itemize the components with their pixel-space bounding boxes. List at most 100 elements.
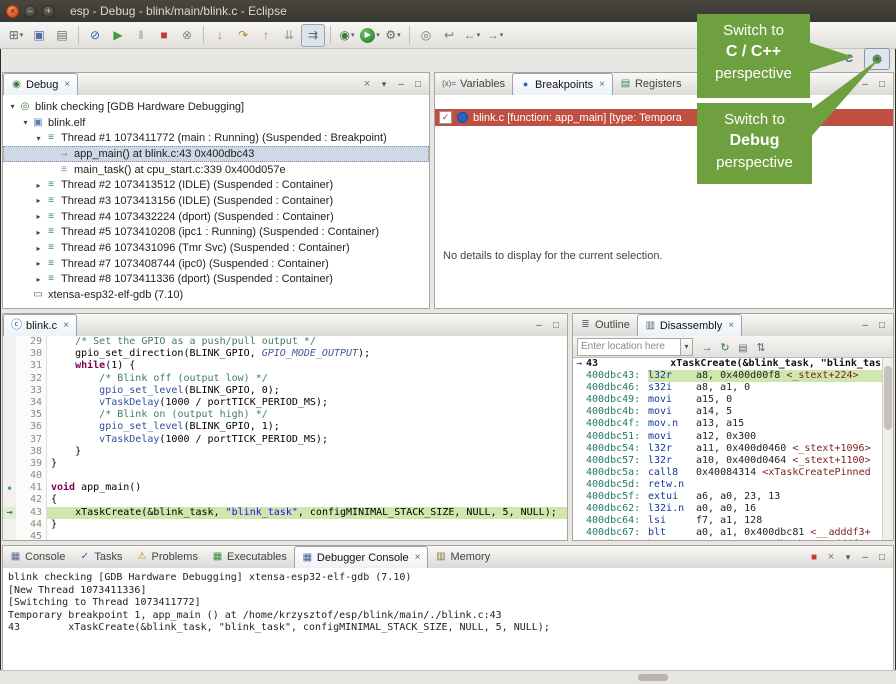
editor-line[interactable]: 29 /* Set the GPIO as a push/pull output… <box>3 336 567 348</box>
debug-button[interactable]: ◉▾ <box>336 25 358 46</box>
maximize-button[interactable]: □ <box>411 78 425 90</box>
minimize-button[interactable]: – <box>532 319 546 331</box>
editor-line[interactable]: 45 <box>3 531 567 540</box>
disassembly-row[interactable]: 400dbc51:movia12, 0x300 <box>573 431 893 443</box>
twisty-icon[interactable]: ▾ <box>20 118 31 127</box>
remove-terminated-button[interactable]: × <box>360 78 374 90</box>
debug-tree-item[interactable]: ▸≡Thread #8 1073411336 (dport) (Suspende… <box>3 272 429 288</box>
tab-memory[interactable]: ▥Memory <box>428 546 497 568</box>
debug-tree-item[interactable]: ▸≡Thread #2 1073413512 (IDLE) (Suspended… <box>3 177 429 193</box>
location-dropdown-icon[interactable]: ▾ <box>681 338 693 356</box>
tab-disassembly[interactable]: ▥Disassembly× <box>637 314 742 337</box>
editor-line[interactable]: →43 xTaskCreate(&blink_task, "blink_task… <box>3 507 567 519</box>
twisty-icon[interactable]: ▸ <box>33 244 44 253</box>
cpp-perspective-button[interactable]: C <box>837 49 861 69</box>
twisty-icon[interactable]: ▸ <box>33 196 44 205</box>
view-menu-button[interactable]: ▾ <box>841 551 855 563</box>
disassembly-row[interactable]: 400dbc4f:mov.na13, a15 <box>573 418 893 430</box>
jump-pc-button[interactable]: → <box>700 338 714 356</box>
tab-close-icon[interactable]: × <box>728 320 734 331</box>
tab-close-icon[interactable]: × <box>63 320 69 331</box>
tab-debugger-console[interactable]: ▦Debugger Console× <box>294 546 429 569</box>
maximize-button[interactable]: □ <box>875 319 889 331</box>
tab-close-icon[interactable]: × <box>599 79 605 90</box>
step-into-button[interactable]: ↓ <box>209 25 231 46</box>
twisty-icon[interactable]: ▾ <box>33 134 44 143</box>
editor-line[interactable]: 35 /* Blink on (output high) */ <box>3 409 567 421</box>
sync-button[interactable]: ⇅ <box>754 338 768 356</box>
maximize-button[interactable]: □ <box>549 319 563 331</box>
terminate-button[interactable]: ■ <box>153 25 175 46</box>
twisty-icon[interactable]: ▸ <box>33 228 44 237</box>
editor-line[interactable]: 30 gpio_set_direction(BLINK_GPIO, GPIO_M… <box>3 348 567 360</box>
view-menu-button[interactable]: ▾ <box>377 78 391 90</box>
tab-outline[interactable]: ≣Outline <box>573 314 637 336</box>
instruction-stepping-button[interactable]: ⇉ <box>301 24 325 47</box>
tab-executables[interactable]: ▦Executables <box>205 546 294 568</box>
tab-console[interactable]: ▦Console <box>3 546 72 568</box>
window-minimize-button[interactable]: – <box>24 5 37 18</box>
search-button[interactable]: ◎ <box>415 25 437 46</box>
disassembly-row[interactable]: 400dbc5f:extuia6, a0, 23, 13 <box>573 491 893 503</box>
disassembly-row[interactable]: 400dbc43:l32ra8, 0x400d00f8 <_stext+224> <box>573 370 893 382</box>
disassembly-row[interactable]: 400dbc49:movia15, 0 <box>573 394 893 406</box>
tab-problems[interactable]: ⚠Problems <box>129 546 204 568</box>
disassembly-row[interactable]: 400dbc67:blta0, a1, 0x400dbc81 <__adddf3… <box>573 527 893 539</box>
debug-tree-item[interactable]: ▸≡Thread #6 1073431096 (Tmr Svc) (Suspen… <box>3 240 429 256</box>
disassembly-row[interactable]: 400dbc5d:retw.n <box>573 479 893 491</box>
debug-tree-item[interactable]: →app_main() at blink.c:43 0x400dbc43 <box>3 146 429 162</box>
disassembly-row[interactable]: 400dbc5a:call80x40084314 <xTaskCreatePin… <box>573 467 893 479</box>
twisty-icon[interactable]: ▸ <box>33 212 44 221</box>
editor-line[interactable]: 37 vTaskDelay(1000 / portTICK_PERIOD_MS)… <box>3 434 567 446</box>
minimize-button[interactable]: – <box>394 78 408 90</box>
drop-to-frame-button[interactable]: ⇊ <box>278 25 300 46</box>
minimize-button[interactable]: – <box>858 78 872 90</box>
debug-perspective-button[interactable]: ◉ <box>864 48 890 70</box>
open-perspective-button[interactable]: ⊞▾ <box>810 49 834 69</box>
window-close-button[interactable]: × <box>6 5 19 18</box>
terminate-console-button[interactable]: ■ <box>807 551 821 563</box>
step-over-button[interactable]: ↷ <box>232 25 254 46</box>
disassembly-row[interactable]: 400dbc57:l32ra10, 0x400d0464 <_stext+110… <box>573 455 893 467</box>
scrollbar-thumb[interactable] <box>884 366 892 430</box>
external-tools-button[interactable]: ⚙▾ <box>382 25 404 46</box>
disassembly-row[interactable]: 400dbc46:s32ia8, a1, 0 <box>573 382 893 394</box>
editor-line[interactable]: 38 } <box>3 446 567 458</box>
run-button[interactable]: ▶▾ <box>359 25 381 46</box>
twisty-icon[interactable]: ▸ <box>33 275 44 284</box>
tab-variables[interactable]: (x)=Variables <box>435 73 512 95</box>
disassembly-row[interactable]: 400dbc64:lsif7, a1, 128 <box>573 515 893 527</box>
resume-button[interactable]: ▶ <box>107 25 129 46</box>
debug-tree-item[interactable]: ▸≡Thread #5 1073410208 (ipc1 : Running) … <box>3 225 429 241</box>
location-input[interactable] <box>577 338 681 356</box>
back-button[interactable]: ←▾ <box>461 25 483 46</box>
tab-debug[interactable]: ◉Debug× <box>3 73 78 96</box>
debug-tree-item[interactable]: ≡main_task() at cpu_start.c:339 0x400d05… <box>3 162 429 178</box>
editor-line[interactable]: ◆41void app_main() <box>3 482 567 494</box>
debug-tree-item[interactable]: ▾≡Thread #1 1073411772 (main : Running) … <box>3 130 429 146</box>
breakpoint-checkbox[interactable]: ✓ <box>439 111 452 124</box>
editor-line[interactable]: 42{ <box>3 494 567 506</box>
skip-all-breakpoints-button[interactable]: ⊘ <box>84 25 106 46</box>
debug-tree-item[interactable]: ▸≡Thread #3 1073413156 (IDLE) (Suspended… <box>3 193 429 209</box>
tab-blink-c[interactable]: ⓒblink.c× <box>3 314 77 337</box>
tab-tasks[interactable]: ✓Tasks <box>72 546 129 568</box>
show-source-button[interactable]: ▤ <box>736 338 750 356</box>
suspend-button[interactable]: ‖ <box>130 25 152 46</box>
editor-line[interactable]: 39} <box>3 458 567 470</box>
breakpoint-row[interactable]: ✓ blink.c [function: app_main] [type: Te… <box>435 109 893 126</box>
print-button[interactable]: ▤ <box>51 25 73 46</box>
disassembly-row[interactable]: 400dbc54:l32ra11, 0x400d0460 <_stext+109… <box>573 443 893 455</box>
debugger-console-content[interactable]: blink checking [GDB Hardware Debugging] … <box>3 568 893 670</box>
twisty-icon[interactable]: ▸ <box>33 181 44 190</box>
code-editor[interactable]: 29 /* Set the GPIO as a push/pull output… <box>3 336 567 540</box>
new-wizard-button[interactable]: ⊞▾ <box>5 25 27 46</box>
tab-close-icon[interactable]: × <box>415 552 421 563</box>
disassembly-scrollbar[interactable] <box>882 358 893 540</box>
save-button[interactable]: ▣ <box>28 25 50 46</box>
disassembly-row[interactable]: →43 xTaskCreate(&blink_task, "blink_tas <box>573 358 893 370</box>
last-edit-location-button[interactable]: ↩ <box>438 25 460 46</box>
disassembly-row[interactable]: 400dbc62:l32i.na0, a0, 16 <box>573 503 893 515</box>
disconnect-button[interactable]: ⊗ <box>176 25 198 46</box>
editor-line[interactable]: 31 while(1) { <box>3 360 567 372</box>
